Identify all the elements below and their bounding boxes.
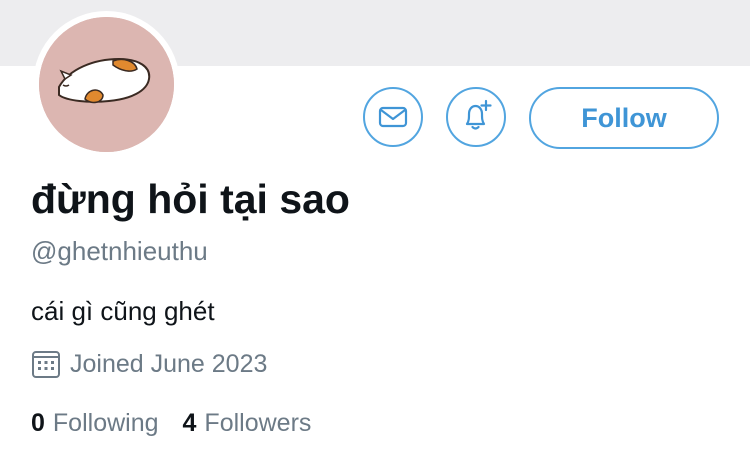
calendar-icon <box>32 351 60 378</box>
mail-icon <box>378 106 408 128</box>
user-handle: @ghetnhieuthu <box>31 236 208 266</box>
followers-count: 4 <box>182 409 197 437</box>
following-link[interactable]: 0 Following <box>31 409 159 438</box>
followers-label: Followers <box>204 409 312 437</box>
following-label: Following <box>52 409 159 437</box>
avatar[interactable] <box>39 17 174 152</box>
bell-plus-icon <box>465 99 492 130</box>
followers-link[interactable]: 4 Followers <box>183 409 312 438</box>
follow-button[interactable]: Follow <box>529 87 719 149</box>
follow-stats: 0 Following 4 Followers <box>31 409 311 438</box>
message-button[interactable] <box>363 87 423 147</box>
following-count: 0 <box>31 409 45 437</box>
display-name: đừng hỏi tại sao <box>31 176 350 222</box>
join-date-text: Joined June 2023 <box>70 349 268 378</box>
cat-loaf-avatar-icon <box>39 17 174 152</box>
notifications-button[interactable] <box>446 87 506 147</box>
join-date: Joined June 2023 <box>31 347 267 381</box>
bio-text: cái gì cũng ghét <box>31 296 215 326</box>
